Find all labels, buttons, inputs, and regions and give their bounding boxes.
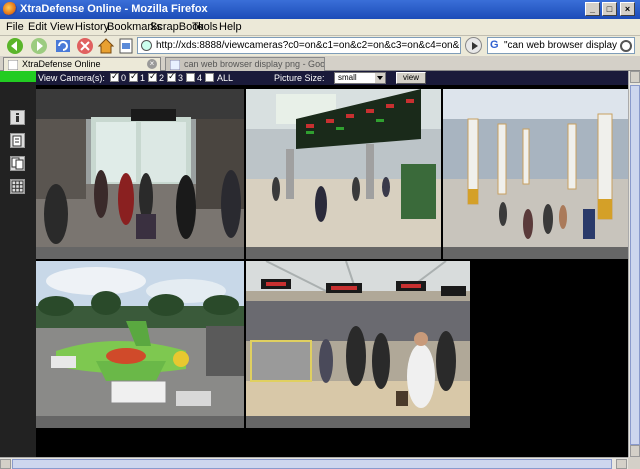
page-icon[interactable] [117,37,135,55]
camera-4-caption [246,416,470,428]
camera-3-caption [36,416,244,428]
camera-1-panel [246,89,441,259]
search-icon[interactable] [620,40,632,52]
tab-label: XtraDefense Online [22,59,101,69]
view-button[interactable]: view [396,72,426,84]
search-bar[interactable]: G "can web browser display png [487,37,635,54]
status-strip [0,71,36,82]
title-bar: XtraDefense Online - Mozilla Firefox _ □… [0,0,640,19]
horizontal-scroll-thumb[interactable] [12,459,612,469]
site-icon [141,40,152,51]
maximize-button[interactable]: □ [602,2,617,16]
tab-xtradefense[interactable]: XtraDefense Online × [3,57,161,71]
camera-4-feed[interactable] [246,261,470,416]
camera-control-bar: View Camera(s): 0 1 2 3 4 ALL Picture Si… [36,71,628,85]
window-title: XtraDefense Online - Mozilla Firefox [20,3,208,15]
tab-bar: XtraDefense Online × can web browser dis… [0,56,640,71]
google-icon[interactable]: G [490,39,503,52]
camera-4-label: 4 [197,73,203,83]
camera-0-feed[interactable] [36,89,244,247]
camera-2-label: 2 [159,73,165,83]
sidebar [0,82,36,457]
camera-3-checkbox[interactable] [167,71,176,82]
camera-1-caption [246,247,441,259]
reload-icon[interactable] [54,37,72,55]
camera-0-label: 0 [121,73,127,83]
scroll-down-arrow-icon[interactable] [630,445,640,457]
back-icon[interactable] [6,37,24,55]
camera-2-caption [443,247,628,259]
picture-size-select[interactable]: small [334,72,386,84]
camera-3-panel [36,261,244,428]
url-text[interactable]: http://xds:8888/viewcameras?c0=on&c1=on&… [156,40,459,51]
camera-1-checkbox[interactable] [129,71,138,82]
google-favicon-icon [170,60,180,70]
camera-2-panel [443,89,628,259]
scroll-corner [628,457,640,469]
copy-icon[interactable] [10,156,25,171]
info-icon[interactable] [10,110,25,125]
camera-2-checkbox[interactable] [148,71,157,82]
menu-history[interactable]: History [75,21,109,33]
menu-help[interactable]: Help [219,21,242,33]
camera-0-caption [36,247,244,259]
picture-size-value: small [338,73,357,82]
vertical-scrollbar[interactable] [628,71,640,457]
camera-0-checkbox[interactable] [110,71,119,82]
close-button[interactable]: × [620,2,635,16]
tab-google-search[interactable]: can web browser display png - Googl... [165,57,325,71]
page-content: View Camera(s): 0 1 2 3 4 ALL Picture Si… [0,71,628,457]
menu-edit[interactable]: Edit [28,21,47,33]
forward-icon[interactable] [30,37,48,55]
grid-icon[interactable] [10,179,25,194]
firefox-icon [3,2,17,16]
all-label: ALL [217,73,234,83]
camera-0-panel [36,89,244,259]
menu-view[interactable]: View [50,21,74,33]
vertical-scroll-thumb[interactable] [630,85,640,445]
camera-4-checkbox[interactable] [186,73,195,82]
view-cameras-label: View Camera(s): [38,73,105,83]
minimize-button[interactable]: _ [585,2,600,16]
camera-3-label: 3 [178,73,184,83]
chevron-down-icon[interactable] [375,73,385,83]
menu-bar: File Edit View History Bookmarks ScrapBo… [0,19,640,36]
camera-4-panel [246,261,470,428]
url-bar[interactable]: http://xds:8888/viewcameras?c0=on&c1=on&… [137,37,461,54]
camera-1-feed[interactable] [246,89,441,247]
scroll-left-arrow-icon[interactable] [0,459,11,469]
menu-file[interactable]: File [6,21,24,33]
tab-close-icon[interactable]: × [147,59,157,69]
search-input[interactable]: "can web browser display png [504,40,619,51]
all-cameras-checkbox[interactable] [205,73,214,82]
page-favicon-icon [8,60,18,70]
document-icon[interactable] [10,133,25,148]
scroll-up-arrow-icon[interactable] [630,71,640,83]
tab-label: can web browser display png - Googl... [184,59,325,69]
home-icon[interactable] [97,37,115,55]
go-button[interactable] [465,37,482,54]
scroll-right-arrow-icon[interactable] [616,459,627,469]
stop-icon[interactable] [76,37,94,55]
camera-1-label: 1 [140,73,146,83]
horizontal-scrollbar[interactable] [0,457,628,469]
menu-tools[interactable]: Tools [192,21,218,33]
camera-2-feed[interactable] [443,89,628,247]
camera-3-feed[interactable] [36,261,244,416]
picture-size-label: Picture Size: [274,73,325,83]
